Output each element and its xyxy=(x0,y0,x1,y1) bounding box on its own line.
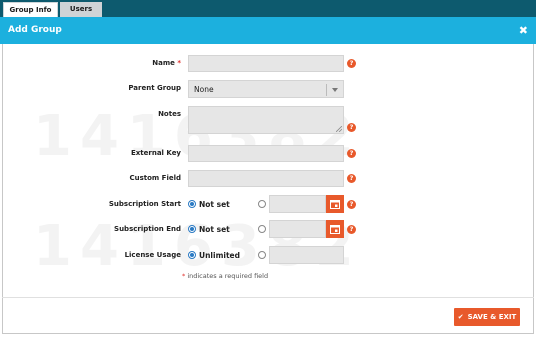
custom-field-label: Custom Field xyxy=(129,174,181,182)
notes-label: Notes xyxy=(158,110,181,118)
license-usage-unlimited-label: Unlimited xyxy=(199,251,240,260)
subscription-start-not-set-radio[interactable] xyxy=(188,200,196,208)
license-usage-label: License Usage xyxy=(124,251,181,259)
select-divider xyxy=(326,84,327,96)
subscription-start-label: Subscription Start xyxy=(108,200,181,208)
name-label: Name * xyxy=(81,59,181,67)
required-field-note: * indicates a required field xyxy=(182,272,268,280)
checkmark-icon: ✔ xyxy=(457,313,464,321)
tab-users[interactable]: Users xyxy=(60,2,102,17)
help-icon[interactable]: ? xyxy=(347,149,356,158)
calendar-icon xyxy=(330,225,340,234)
external-key-input[interactable] xyxy=(188,145,344,162)
parent-group-value: None xyxy=(194,85,214,94)
custom-field-input[interactable] xyxy=(188,170,344,187)
parent-group-label: Parent Group xyxy=(128,84,181,92)
license-usage-limit-input[interactable] xyxy=(269,246,344,264)
save-and-exit-label: SAVE & EXIT xyxy=(467,313,517,321)
help-icon[interactable]: ? xyxy=(347,200,356,209)
parent-group-select[interactable]: None xyxy=(188,80,344,98)
help-icon[interactable]: ? xyxy=(347,225,356,234)
calendar-button[interactable] xyxy=(326,220,344,238)
license-usage-unlimited-radio[interactable] xyxy=(188,251,196,259)
name-input[interactable] xyxy=(188,55,344,72)
tab-bar: Group Info Users xyxy=(0,0,536,17)
dialog-title: Add Group xyxy=(8,25,62,35)
chevron-down-icon xyxy=(332,88,338,92)
tab-group-info[interactable]: Group Info xyxy=(3,2,58,17)
subscription-end-date-radio[interactable] xyxy=(258,225,266,233)
resize-handle-icon[interactable] xyxy=(336,126,342,132)
help-icon[interactable]: ? xyxy=(347,174,356,183)
subscription-start-not-set-label: Not set xyxy=(199,200,230,209)
dialog-header: Add Group ✖ xyxy=(0,17,536,44)
license-usage-limit-radio[interactable] xyxy=(258,251,266,259)
subscription-end-label: Subscription End xyxy=(114,225,181,233)
name-label-text: Name xyxy=(152,59,175,67)
subscription-end-not-set-radio[interactable] xyxy=(188,225,196,233)
calendar-button[interactable] xyxy=(326,195,344,213)
help-icon[interactable]: ? xyxy=(347,123,356,132)
subscription-end-date-input[interactable] xyxy=(269,220,326,238)
help-icon[interactable]: ? xyxy=(347,59,356,68)
subscription-start-date-input[interactable] xyxy=(269,195,326,213)
required-note-text: indicates a required field xyxy=(185,272,269,280)
subscription-end-not-set-label: Not set xyxy=(199,225,230,234)
subscription-start-date-radio[interactable] xyxy=(258,200,266,208)
notes-textarea[interactable] xyxy=(188,106,344,134)
save-and-exit-button[interactable]: ✔ SAVE & EXIT xyxy=(454,308,520,326)
footer-divider xyxy=(2,297,534,298)
close-icon[interactable]: ✖ xyxy=(519,17,528,44)
external-key-label: External Key xyxy=(131,149,181,157)
calendar-icon xyxy=(330,200,340,209)
required-star: * xyxy=(177,59,181,67)
